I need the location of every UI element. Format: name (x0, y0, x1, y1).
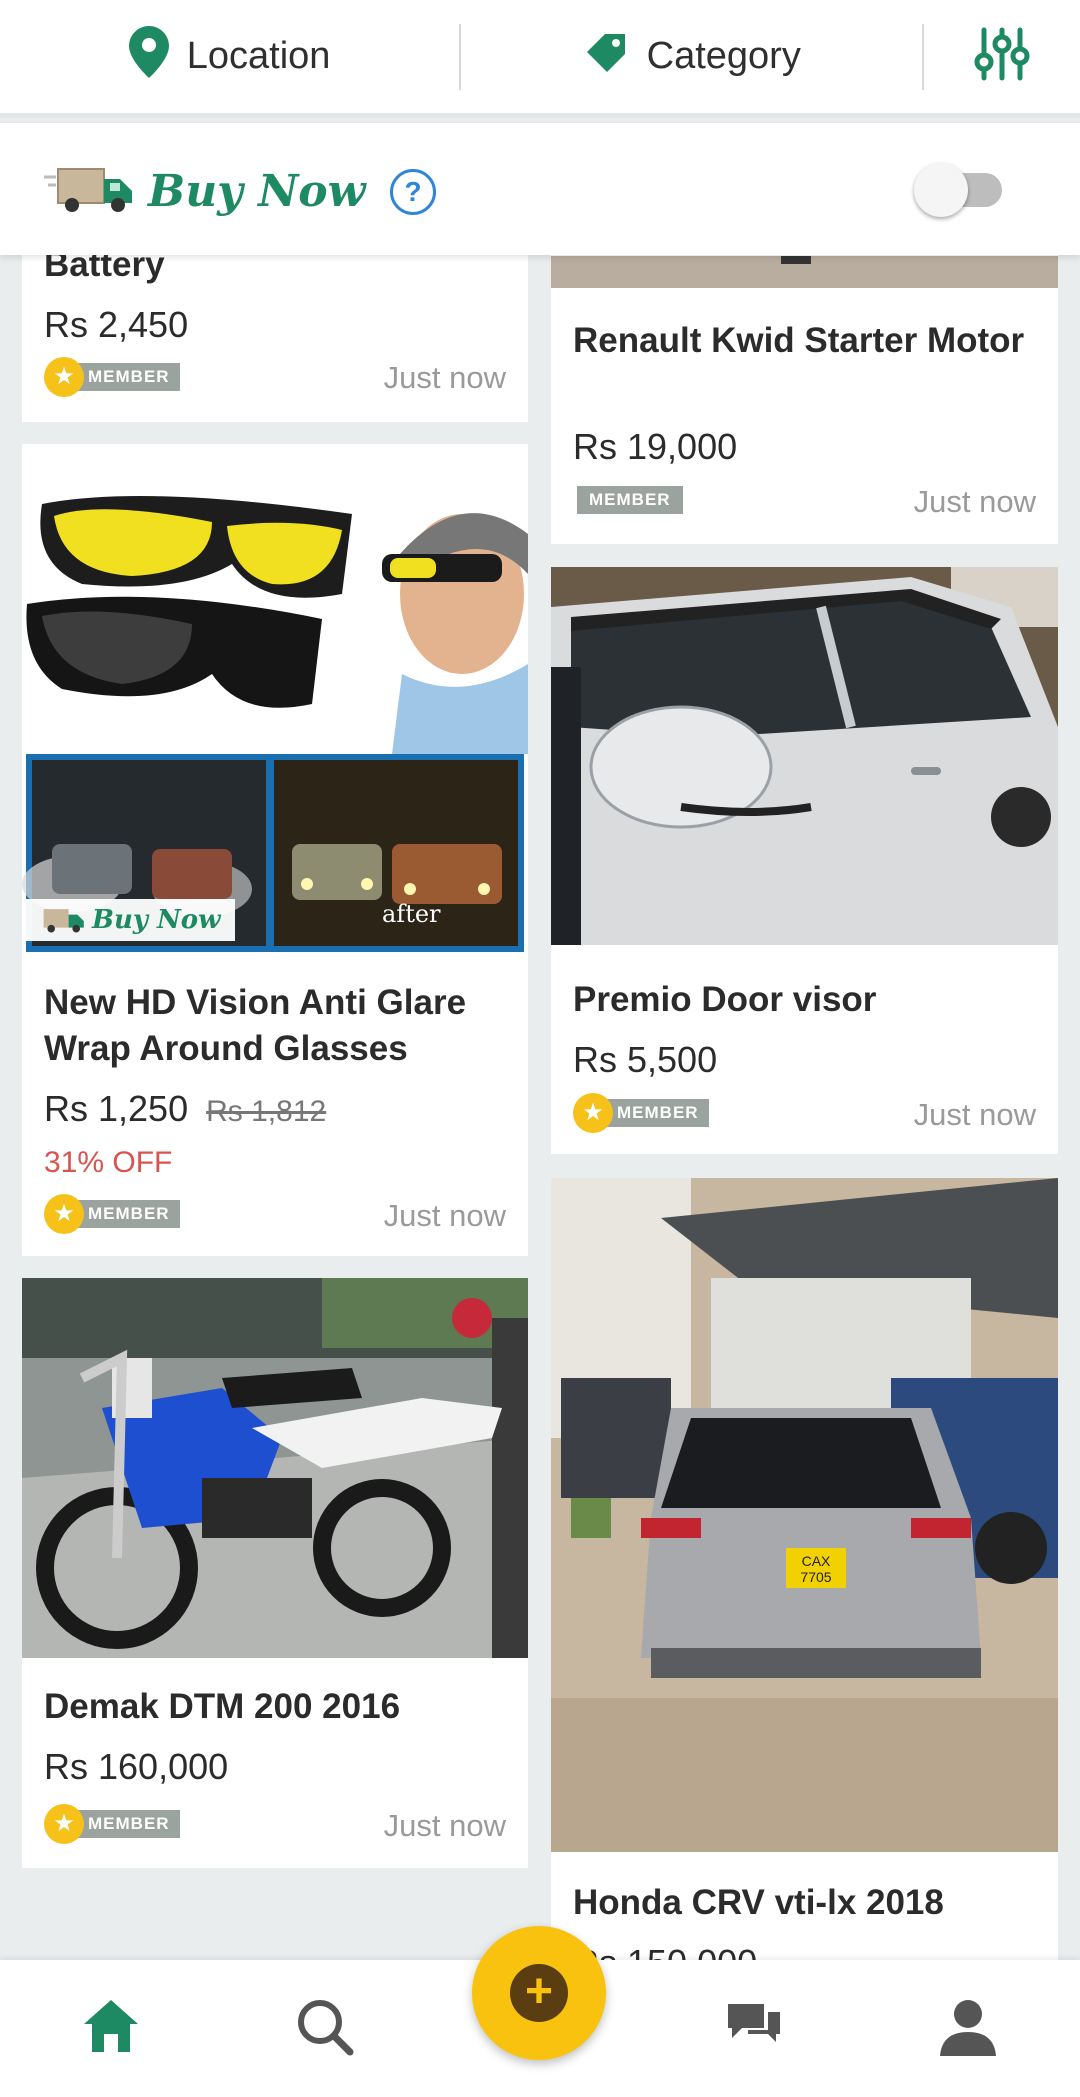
svg-text:7705: 7705 (800, 1569, 831, 1585)
star-icon: ★ (573, 1093, 613, 1133)
member-badge: MEMBER (577, 480, 683, 520)
discount-label: 31% OFF (44, 1146, 173, 1179)
listing-price: Rs 1,250 Rs 1,812 (44, 1088, 326, 1130)
profile-icon[interactable] (938, 1998, 998, 2063)
listing-card[interactable]: CAX 7705 Honda CRV vti-lx 2018 Rs 150,00… (551, 1178, 1058, 1960)
member-badge: ★ MEMBER (44, 1194, 180, 1234)
filter-settings-button[interactable] (924, 0, 1080, 113)
tag-icon (583, 30, 629, 84)
member-badge: ★ MEMBER (44, 357, 180, 397)
listing-image (551, 567, 1058, 945)
listing-card[interactable]: Demak DTM 200 2016 Rs 160,000 ★ MEMBER J… (22, 1278, 528, 1868)
listing-image: CAX 7705 (551, 1178, 1058, 1852)
star-icon: ★ (44, 1194, 84, 1234)
location-filter[interactable]: Location (0, 0, 459, 113)
truck-icon (44, 163, 136, 220)
listing-title: Premio Door visor (573, 980, 877, 1019)
location-label: Location (186, 35, 331, 77)
listing-time: Just now (913, 1097, 1036, 1132)
member-badge: ★ MEMBER (573, 1093, 709, 1133)
post-ad-button[interactable]: + (472, 1926, 606, 2060)
buy-now-tag-text: Buy Now (92, 905, 221, 935)
listing-price: Rs 150,000 (573, 1942, 757, 1960)
listing-price: Rs 19,000 (573, 426, 738, 467)
listing-price: Rs 5,500 (573, 1039, 718, 1080)
member-badge: ★ MEMBER (44, 1804, 180, 1844)
toggle-knob[interactable] (914, 163, 968, 217)
listing-title: New HD Vision Anti Glare Wrap Around Gla… (44, 983, 467, 1068)
buy-now-bar: Buy Now ? (0, 123, 1080, 255)
current-price: Rs 1,250 (44, 1088, 189, 1129)
buy-now-tag: Buy Now (22, 899, 235, 941)
listing-card[interactable]: Premio Door visor Rs 5,500 ★ MEMBER Just… (551, 567, 1058, 1154)
listing-price: Rs 2,450 (44, 304, 189, 345)
home-icon[interactable] (82, 1998, 140, 2059)
star-icon: ★ (44, 1804, 84, 1844)
buy-now-logo: Buy Now (44, 163, 366, 220)
category-filter[interactable]: Category (461, 0, 922, 113)
star-icon: ★ (44, 357, 84, 397)
listing-time: Just now (913, 484, 1036, 519)
location-pin-icon (128, 25, 169, 88)
listing-time: Just now (383, 360, 506, 395)
listing-price: Rs 160,000 (44, 1746, 229, 1787)
buy-now-logo-text: Buy Now (148, 166, 366, 217)
search-icon[interactable] (296, 1998, 354, 2061)
category-label: Category (646, 35, 801, 77)
listing-time: Just now (383, 1808, 506, 1843)
listing-title: Demak DTM 200 2016 (44, 1687, 401, 1726)
listing-time: Just now (383, 1198, 506, 1233)
help-icon[interactable]: ? (390, 169, 436, 215)
listing-title: Honda CRV vti-lx 2018 (573, 1883, 944, 1922)
plus-icon: + (510, 1964, 568, 2022)
image-caption: after (382, 900, 441, 928)
filter-bar: Location Category (0, 0, 1080, 118)
original-price: Rs 1,812 (206, 1095, 327, 1128)
chat-icon[interactable] (724, 1998, 784, 2055)
license-plate: CAX (802, 1553, 831, 1569)
listing-title: Renault Kwid Starter Motor (573, 321, 1025, 360)
listing-image (22, 444, 528, 952)
listing-image (22, 1278, 528, 1658)
tune-icon (974, 26, 1030, 87)
listing-card[interactable]: Buy Now after New HD Vision Anti Glare W… (22, 444, 528, 1256)
